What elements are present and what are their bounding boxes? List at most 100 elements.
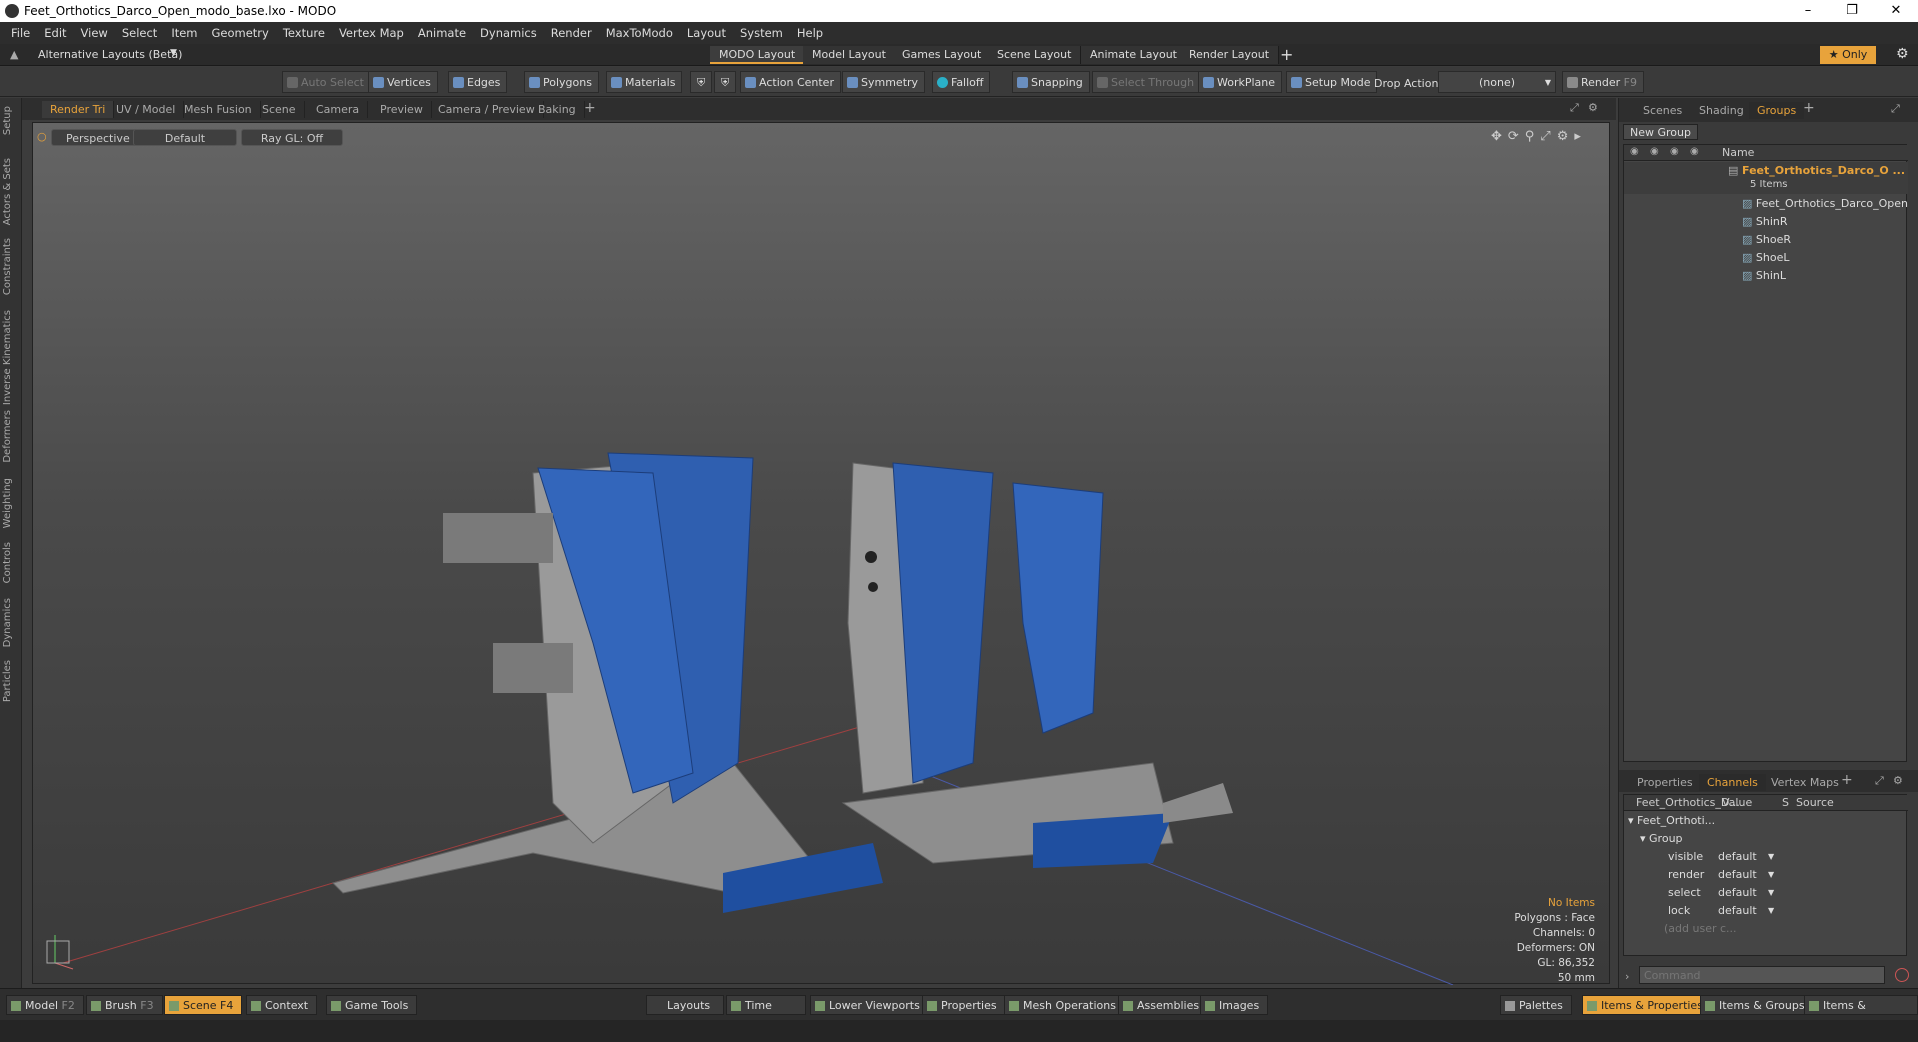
render-button[interactable]: Render F9 [1562,71,1644,93]
shield-icon-2[interactable]: ⛨ [714,71,737,93]
select-toggle-icon[interactable]: ◉ [1690,146,1699,157]
menu-file[interactable]: File [4,26,37,40]
new-group-button[interactable]: New Group [1623,124,1698,140]
vtab-deformers[interactable]: Deformers [2,410,13,463]
tab-render-tri[interactable]: Render Tri [42,101,115,118]
tab-animate-layout[interactable]: Animate Layout [1081,46,1187,64]
channel-value[interactable]: default [1718,866,1757,884]
workplane-button[interactable]: WorkPlane [1198,71,1283,93]
only-button[interactable]: ★ Only [1820,46,1876,64]
gear-icon[interactable]: ⚙ [1896,46,1909,62]
tab-groups[interactable]: Groups [1749,102,1805,119]
vtab-dynamics[interactable]: Dynamics [2,598,13,647]
eye-icon[interactable]: ◉ [1630,146,1639,157]
group-row[interactable]: ▤ Feet_Orthotics_Darco_O ... 5 Items [1624,162,1908,194]
group-item-shoel[interactable]: ▨ ShoeL [1742,249,1790,267]
channels-group-row[interactable]: ▾ Group [1640,830,1683,848]
menu-select[interactable]: Select [115,26,164,40]
expand-icon[interactable]: ▾ [1628,814,1634,827]
tab-camera[interactable]: Camera [308,101,369,118]
menu-dynamics[interactable]: Dynamics [473,26,544,40]
gear-icon[interactable]: ⚙ [1893,774,1903,787]
chevron-down-icon[interactable]: ▼ [1768,866,1774,884]
context-button[interactable]: Context [246,995,318,1015]
command-input[interactable] [1639,966,1885,984]
vtab-actors-sets[interactable]: Actors & Sets [2,158,13,225]
tab-vertex-maps[interactable]: Vertex Maps [1763,774,1847,791]
vtab-controls[interactable]: Controls [2,542,13,583]
tab-preview[interactable]: Preview [372,101,432,118]
channels-root-row[interactable]: ▾ Feet_Orthoti... [1628,812,1715,830]
channel-value[interactable]: default [1718,884,1757,902]
menu-vertex-map[interactable]: Vertex Map [332,26,411,40]
group-item-root[interactable]: ▨ Feet_Orthotics_Darco_Open [1742,195,1908,213]
tab-modo-layout[interactable]: MODO Layout [710,46,806,64]
menu-layout[interactable]: Layout [680,26,733,40]
properties-button[interactable]: Properties [922,995,1006,1015]
tab-channels[interactable]: Channels [1699,774,1766,791]
chevron-down-icon[interactable]: ▼ [1768,902,1774,920]
restore-button[interactable]: ❐ [1832,2,1872,20]
add-tab-icon[interactable]: + [1841,772,1853,788]
tab-baking[interactable]: Baking [530,101,585,118]
alternative-layouts-dropdown[interactable]: Alternative Layouts (Beta) [38,48,182,61]
menu-item[interactable]: Item [164,26,204,40]
layouts-button[interactable]: Layouts [646,995,724,1015]
tab-uv-model[interactable]: UV / Model [108,101,185,118]
assemblies-button[interactable]: Assemblies [1118,995,1209,1015]
menu-view[interactable]: View [74,26,115,40]
vtab-setup[interactable]: Setup [2,106,13,135]
select-through-button[interactable]: Select Through [1092,71,1202,93]
channel-row-render[interactable]: render default ▼ [1668,866,1908,884]
chevron-down-icon[interactable]: ▼ [1768,848,1774,866]
gear-icon[interactable]: ⚙ [1588,101,1598,114]
channel-row-lock[interactable]: lock default ▼ [1668,902,1908,920]
expand-icon[interactable]: ▾ [1640,832,1646,845]
mesh-operations-button[interactable]: Mesh Operations [1004,995,1125,1015]
game-tools-button[interactable]: Game Tools [326,995,418,1015]
record-icon[interactable] [1895,968,1909,982]
tab-scene-layout[interactable]: Scene Layout [988,46,1082,64]
shield-icon-1[interactable]: ⛨ [690,71,713,93]
group-item-shinr[interactable]: ▨ ShinR [1742,213,1788,231]
menu-system[interactable]: System [733,26,790,40]
vtab-weighting[interactable]: Weighting [2,478,13,528]
add-user-channel[interactable]: (add user c... [1664,920,1737,938]
tab-scenes[interactable]: Scenes [1635,102,1690,119]
polygons-button[interactable]: Polygons [524,71,599,93]
maximize-icon[interactable]: ⤢ [1570,101,1579,115]
menu-edit[interactable]: Edit [37,26,73,40]
tab-shading[interactable]: Shading [1691,102,1752,119]
tab-model-layout[interactable]: Model Layout [803,46,896,64]
channel-value[interactable]: default [1718,902,1757,920]
images-button[interactable]: Images [1200,995,1269,1015]
channel-row-select[interactable]: select default ▼ [1668,884,1908,902]
vtab-particles[interactable]: Particles [2,660,13,702]
lower-viewports-button[interactable]: Lower Viewports [810,995,929,1015]
chevron-down-icon[interactable]: ▼ [1768,884,1774,902]
3d-viewport[interactable]: ○ Perspective Default Ray GL: Off ✥⟳⚲⤢⚙▸… [32,122,1610,985]
close-button[interactable]: ✕ [1876,2,1916,20]
items-groups-button[interactable]: Items & Groups [1700,995,1814,1015]
vtab-inverse-kinematics[interactable]: Inverse Kinematics [2,310,13,405]
tab-scene[interactable]: Scene [254,101,305,118]
edges-button[interactable]: Edges [448,71,508,93]
add-layout-icon[interactable]: + [1280,45,1293,64]
tab-properties[interactable]: Properties [1629,774,1701,791]
scene-button[interactable]: Scene F4 [164,995,243,1015]
menu-animate[interactable]: Animate [411,26,473,40]
brush-button[interactable]: Brush F3 [86,995,163,1015]
drop-action-select[interactable]: (none) ▼ [1438,71,1556,93]
menu-maxtomodo[interactable]: MaxToModo [599,26,680,40]
vtab-constraints[interactable]: Constraints [2,238,13,295]
channel-value[interactable]: default [1718,848,1757,866]
items-properties-button[interactable]: Items & Properties [1582,995,1712,1015]
setup-mode-button[interactable]: Setup Mode [1286,71,1378,93]
action-center-button[interactable]: Action Center [740,71,841,93]
vertices-button[interactable]: Vertices [368,71,438,93]
materials-button[interactable]: Materials [606,71,683,93]
minimize-button[interactable]: – [1788,2,1828,20]
menu-geometry[interactable]: Geometry [205,26,276,40]
channel-row-visible[interactable]: visible default ▼ [1668,848,1908,866]
tab-mesh-fusion[interactable]: Mesh Fusion [176,101,261,118]
